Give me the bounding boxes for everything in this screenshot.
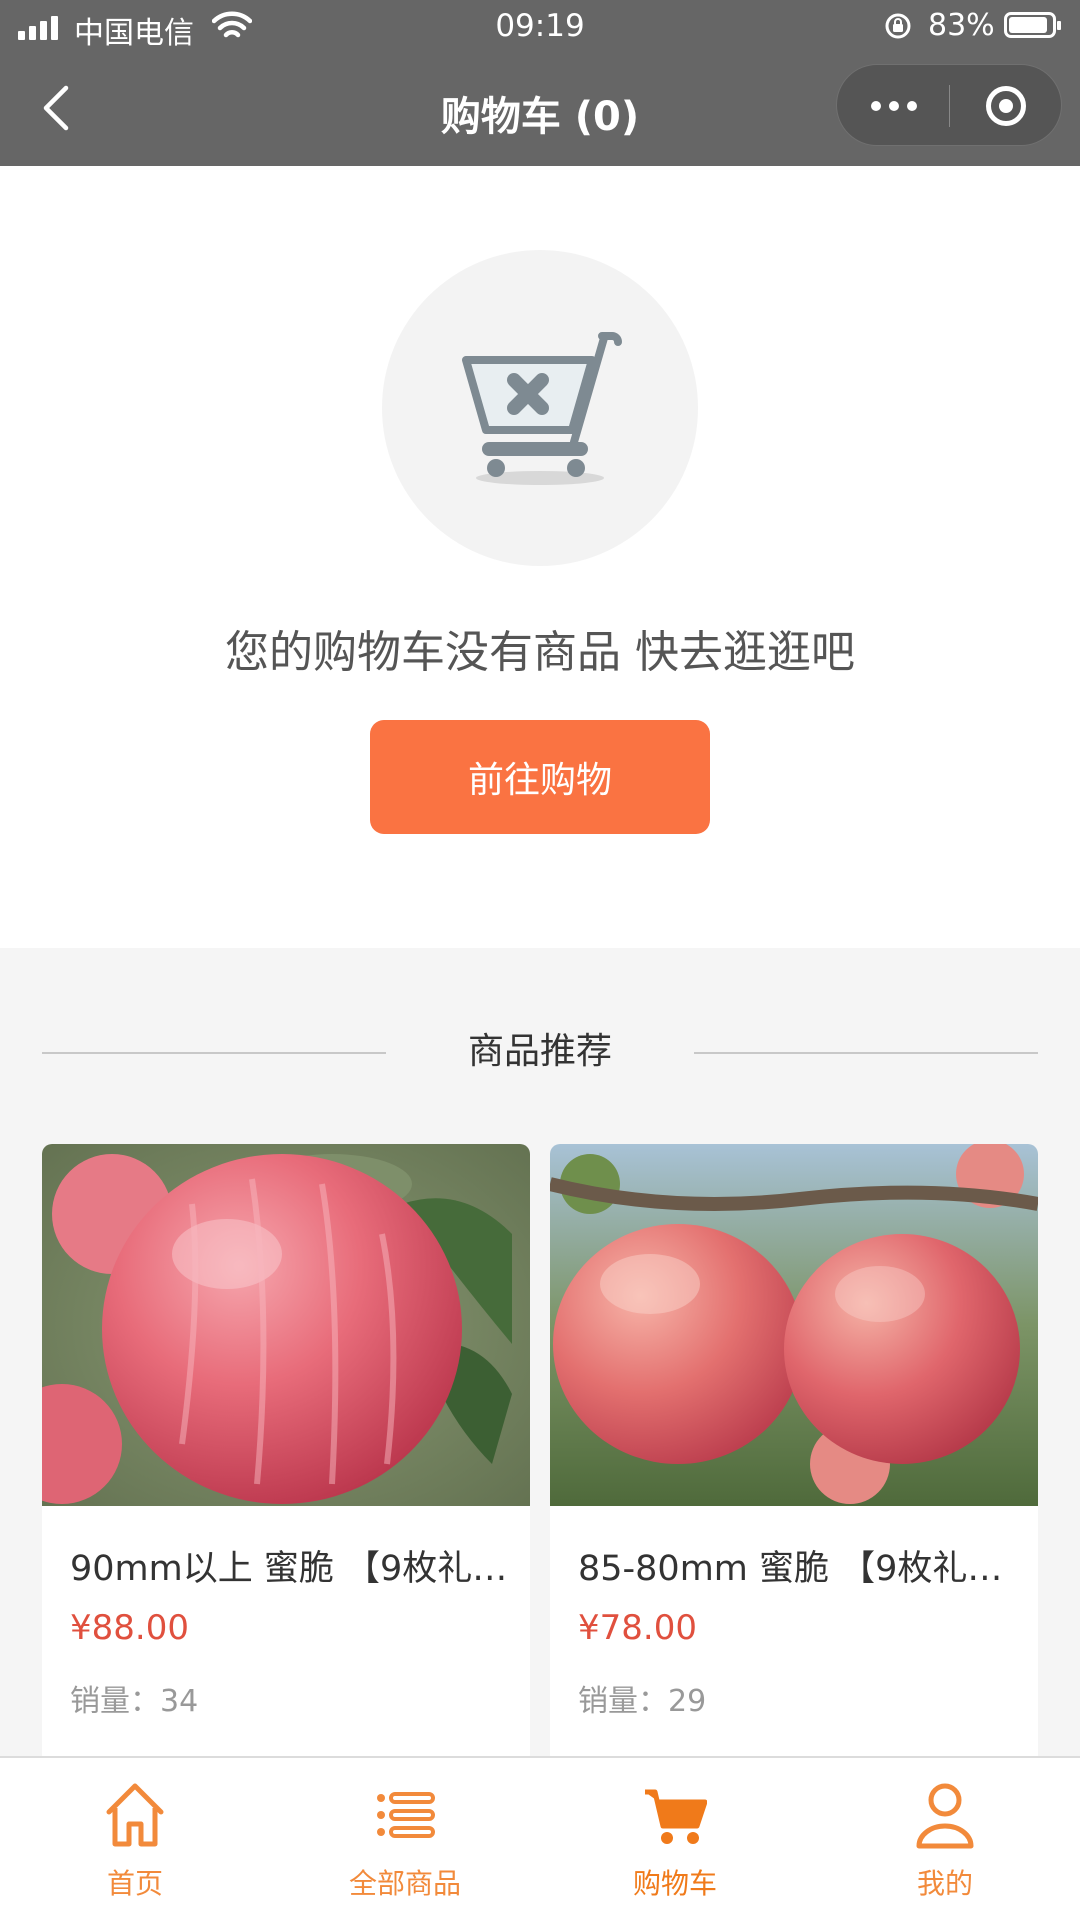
battery-percent: 83%	[928, 8, 995, 43]
more-dots-icon[interactable]	[837, 65, 950, 147]
product-price: ¥78.00	[578, 1608, 697, 1648]
product-name: 85-80mm 蜜脆 【9枚礼盒装】	[578, 1549, 1030, 1589]
cart-icon	[645, 1789, 707, 1844]
status-bar: 中国电信 09:19 83%	[0, 0, 1080, 56]
bottom-tab-bar: 首页 全部商品 购物车 我的	[0, 1756, 1080, 1920]
home-icon	[106, 1783, 164, 1847]
tab-label: 购物车	[632, 1867, 717, 1900]
section-divider-right	[694, 1052, 1038, 1054]
empty-cart-icon	[462, 332, 622, 485]
rotation-lock-icon	[885, 13, 911, 39]
tab-label: 首页	[106, 1867, 163, 1900]
product-card[interactable]: 90mm以上 蜜脆 【9枚礼盒装】 ¥88.00 销量：34	[42, 1144, 530, 1764]
tab-home[interactable]: 首页	[0, 1758, 270, 1920]
top-bar: 中国电信 09:19 83% 购物车 (0)	[0, 0, 1080, 166]
target-icon[interactable]	[986, 86, 1026, 126]
status-time: 09:19	[495, 8, 585, 44]
mini-program-capsule	[836, 64, 1062, 146]
tab-mine[interactable]: 我的	[810, 1758, 1080, 1920]
tab-label: 全部商品	[348, 1867, 461, 1900]
empty-cart-illustration	[382, 250, 698, 566]
tab-all-products[interactable]: 全部商品	[270, 1758, 540, 1920]
product-price: ¥88.00	[70, 1608, 189, 1648]
list-icon	[377, 1792, 435, 1838]
nav-bar: 购物车 (0)	[0, 56, 1080, 166]
product-card[interactable]: 85-80mm 蜜脆 【9枚礼盒装】 ¥78.00 销量：29	[550, 1144, 1038, 1764]
product-image	[550, 1144, 1038, 1506]
tab-label: 我的	[916, 1867, 973, 1900]
product-sales: 销量：29	[578, 1684, 707, 1719]
capsule-divider	[949, 85, 950, 127]
user-icon	[916, 1783, 974, 1849]
battery-icon	[1004, 12, 1061, 38]
product-image	[42, 1144, 530, 1506]
cart-screen: 中国电信 09:19 83% 购物车 (0) 您的购物车没有商品 快去逛逛吧 前…	[0, 0, 1080, 1920]
product-name: 90mm以上 蜜脆 【9枚礼盒装】	[70, 1549, 522, 1589]
tab-cart[interactable]: 购物车	[540, 1758, 810, 1920]
product-sales: 销量：34	[70, 1684, 199, 1719]
go-shopping-button[interactable]: 前往购物	[370, 720, 710, 834]
empty-cart-message: 您的购物车没有商品 快去逛逛吧	[225, 627, 855, 678]
recommend-title: 商品推荐	[467, 1031, 612, 1072]
empty-cart-section: 您的购物车没有商品 快去逛逛吧 前往购物	[0, 166, 1080, 948]
